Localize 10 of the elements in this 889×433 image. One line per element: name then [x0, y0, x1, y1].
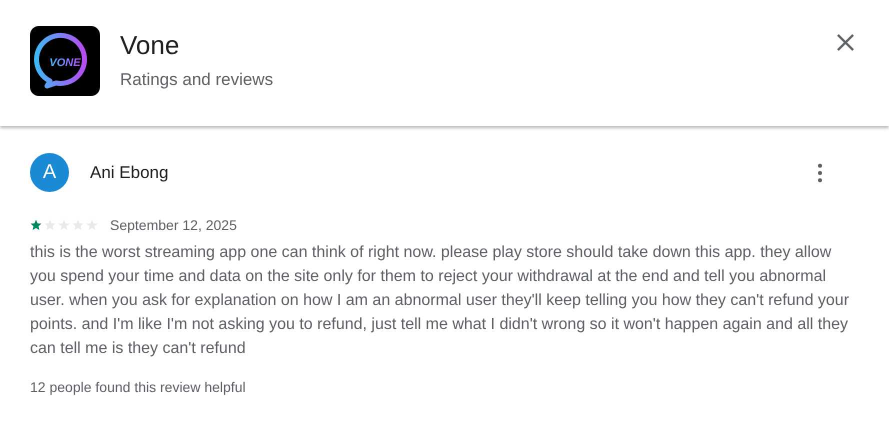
app-logo: VONE: [30, 26, 100, 96]
app-name: Vone: [120, 29, 180, 61]
avatar: A: [30, 153, 69, 192]
more-options-icon[interactable]: [817, 162, 823, 182]
author-name: Ani Ebong: [90, 162, 170, 182]
review-date: September 12, 2025: [110, 217, 237, 233]
close-icon[interactable]: [836, 33, 855, 52]
helpful-count: 12 people found this review helpful: [30, 379, 247, 395]
page-subtitle: Ratings and reviews: [120, 70, 274, 90]
review-text: this is the worst streaming app one can think of right now. please play store should take down this app. they allow you spend your time and data on the site only for them to reject your withdrawal at the end and tell you abnormal user. when you ask for explanation on how I am an abnormal user they'll keep telling you how they can't refund your points. and I'm like I'm not asking you to refund, just tell me what I didn't wrong so it won't happen again and all they can tell me is they can't refund: [30, 243, 850, 359]
